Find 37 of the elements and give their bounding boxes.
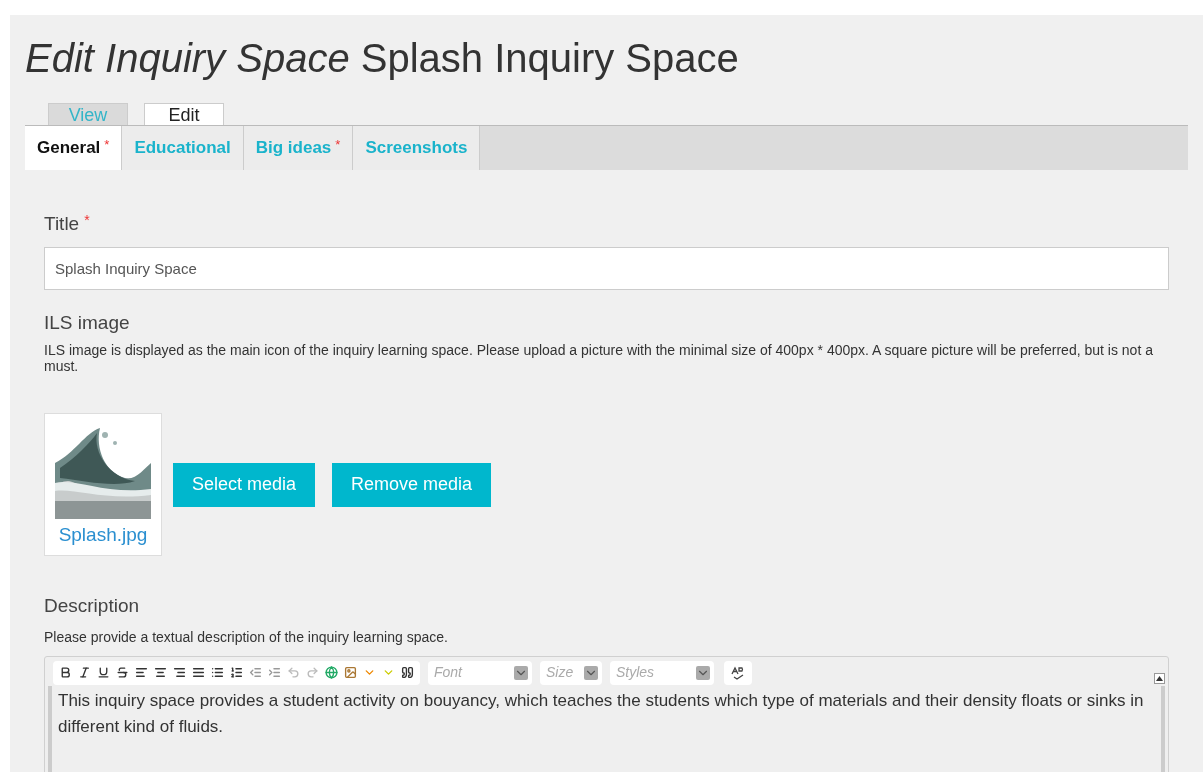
form-tab[interactable]: Screenshots — [353, 126, 481, 170]
field-label: ILS image — [44, 310, 131, 335]
align-right-icon[interactable] — [173, 666, 186, 679]
underline-icon[interactable] — [97, 666, 110, 679]
field-label: Description — [44, 594, 141, 618]
toolbar-dropdown[interactable]: Styles — [610, 660, 714, 685]
page-title: Edit Inquiry Space Splash Inquiry Space — [25, 35, 740, 81]
collapse-icon[interactable] — [1154, 673, 1165, 684]
help-text: Please provide a textual description of the inquiry learning space. — [44, 627, 449, 647]
form-tab[interactable]: Educational — [122, 126, 244, 170]
justify-icon[interactable] — [192, 666, 205, 679]
media-button[interactable]: Select media — [173, 462, 316, 507]
field-label: Title * — [44, 211, 91, 236]
view-tab[interactable]: View — [48, 103, 128, 125]
title-input[interactable]: Splash Inquiry Space — [44, 246, 1169, 290]
bold-icon[interactable] — [59, 666, 72, 679]
italic-icon[interactable] — [78, 666, 91, 679]
bullet-list-icon[interactable] — [211, 666, 224, 679]
align-left-icon[interactable] — [135, 666, 148, 679]
toolbar-dropdown[interactable]: Size — [540, 660, 602, 685]
toolbar-dropdown[interactable]: Font — [428, 660, 532, 685]
spellcheck-icon[interactable] — [724, 660, 752, 685]
file-link[interactable]: Splash.jpg — [58, 521, 148, 550]
editor-text[interactable]: This inquiry space provides a student activity on bouyancy, which teaches the students which type of materials and their density floats or sinks in different kind of fluids. — [58, 685, 1155, 740]
numbered-list-icon[interactable] — [230, 666, 243, 679]
outdent-icon[interactable] — [249, 666, 262, 679]
strikethrough-icon[interactable] — [116, 666, 129, 679]
media-button[interactable]: Remove media — [332, 462, 492, 507]
image-icon[interactable] — [344, 666, 357, 679]
indent-icon[interactable] — [268, 666, 281, 679]
help-text: ILS image is displayed as the main icon of the inquiry learning space. Please upload a picture with the minimal size of 400px * 400px. A square picture will be preferred, but is not a must. — [44, 342, 1154, 374]
link-icon[interactable] — [325, 666, 338, 679]
form-tab[interactable]: Big ideas * — [243, 126, 354, 170]
align-center-icon[interactable] — [154, 666, 167, 679]
form-tab[interactable]: General * — [25, 126, 123, 170]
view-tab[interactable]: Edit — [144, 103, 224, 125]
quote-icon[interactable] — [401, 666, 414, 679]
